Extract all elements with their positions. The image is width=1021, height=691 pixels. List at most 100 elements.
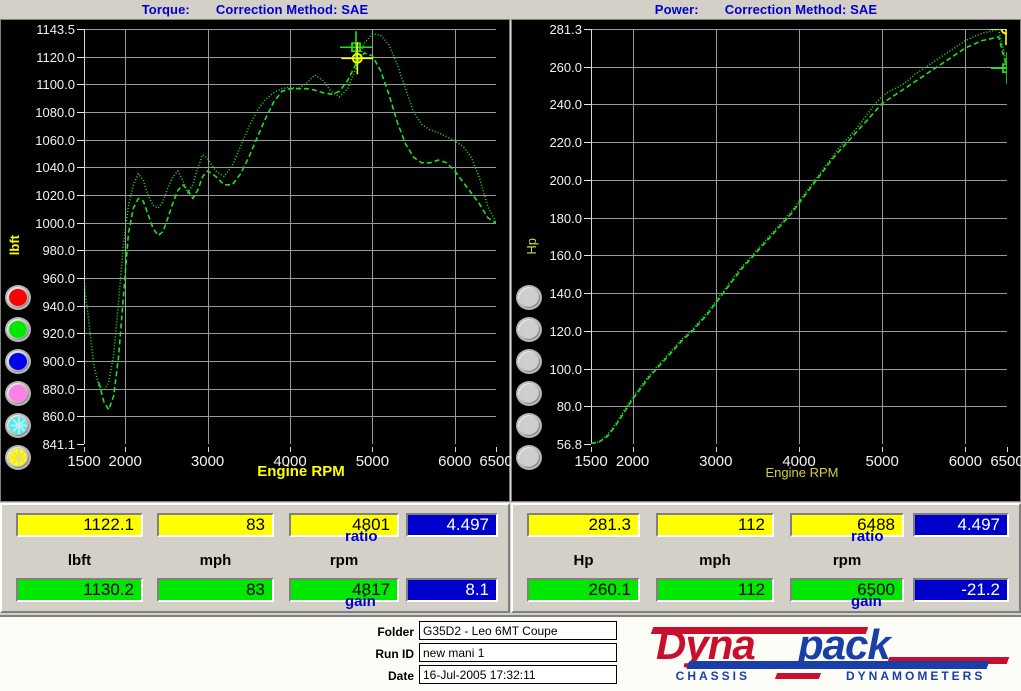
y-tick-label: 56.8: [556, 437, 582, 452]
y-tick-mark: [77, 305, 84, 307]
x-tick-label: 3000: [190, 453, 225, 470]
y-tick-mark: [584, 444, 591, 445]
y-tick-mark: [77, 167, 84, 169]
runid-input[interactable]: new mani 1: [419, 643, 617, 662]
y-tick-label: 1040.0: [35, 160, 75, 176]
torque-yellow-lbft: 1122.1: [16, 513, 143, 537]
y-tick-mark: [77, 195, 84, 196]
y-tick-label: 1120.0: [36, 49, 75, 65]
y-tick-label: 1100.0: [36, 77, 75, 93]
power-yellow-hp: 281.3: [527, 513, 640, 537]
y-tick-label: 160.0: [549, 248, 582, 264]
x-tick-mark: [632, 447, 634, 452]
y-tick-mark: [584, 29, 591, 30]
y-tick-mark: [77, 388, 84, 390]
power-yellow-rpm: 6488: [790, 513, 904, 537]
trace-color-swatch-icon: [520, 449, 538, 466]
y-tick-mark: [584, 66, 591, 68]
y-tick-label: 1080.0: [35, 105, 75, 120]
y-tick-mark: [77, 56, 84, 58]
y-tick-label: 880.0: [42, 381, 75, 397]
x-tick-label: 4000: [782, 453, 816, 470]
power-gain-label: gain: [851, 593, 882, 610]
x-tick-mark: [372, 447, 374, 452]
y-tick-mark: [584, 255, 591, 257]
torque-header: Torque: Correction Method: SAE: [0, 0, 510, 19]
y-tick-mark: [77, 84, 84, 86]
runid-label: Run ID: [375, 647, 414, 661]
y-tick-mark: [584, 330, 591, 332]
y-tick-mark: [584, 217, 591, 219]
y-tick-mark: [77, 112, 84, 113]
torque-gain-value: 8.1: [406, 578, 498, 602]
y-tick-mark: [584, 142, 591, 144]
x-tick-mark: [715, 447, 717, 452]
y-tick-mark: [584, 179, 591, 181]
y-tick-label: 240.0: [549, 97, 582, 113]
x-tick-mark: [290, 447, 291, 452]
y-tick-label: 900.0: [42, 354, 75, 369]
dynapack-tagline: CHASSIS DYNAMOMETERS: [648, 669, 1013, 683]
x-tick-mark: [454, 447, 456, 452]
torque-chart-panel[interactable]: lbft Engine RPM 1143.5 1120.0 1100.0 1080.0…: [0, 19, 513, 502]
torque-unit-rpm: rpm: [329, 552, 359, 569]
power-yellow-mph: 112: [656, 513, 774, 537]
power-unit-mph: mph: [699, 552, 731, 569]
torque-correction-method: Correction Method: SAE: [215, 2, 369, 17]
y-tick-mark: [77, 29, 84, 30]
x-tick-mark: [207, 447, 209, 452]
y-tick-label: 980.0: [42, 243, 75, 259]
y-tick-mark: [77, 416, 84, 418]
torque-green-mph: 83: [157, 578, 274, 602]
logo-chassis-text: CHASSIS: [675, 669, 750, 683]
x-tick-label: 5000: [355, 453, 390, 470]
y-tick-mark: [584, 368, 591, 370]
y-tick-mark: [77, 444, 84, 445]
torque-yellow-mph: 83: [157, 513, 274, 537]
y-tick-mark: [77, 139, 84, 141]
y-tick-label: 841.1: [42, 437, 75, 452]
torque-green-lbft: 1130.2: [16, 578, 143, 602]
y-tick-label: 140.0: [549, 286, 582, 302]
x-tick-label: 2000: [108, 453, 142, 470]
torque-readout-panel: 1122.1 83 4801 ratio 4.497 lbft mph rpm …: [0, 503, 510, 613]
date-label: Date: [387, 669, 414, 683]
logo-dynamometers-text: DYNAMOMETERS: [846, 669, 986, 683]
torque-title: Torque:: [141, 2, 190, 17]
y-tick-label: 200.0: [549, 172, 582, 188]
power-ratio-value: 4.497: [913, 513, 1009, 537]
torque-yellow-rpm: 4801: [289, 513, 399, 537]
x-tick-label: 3000: [699, 453, 733, 470]
power-unit-rpm: rpm: [832, 552, 862, 569]
torque-unit-lbft: lbft: [67, 552, 92, 569]
power-correction-method: Correction Method: SAE: [724, 2, 878, 17]
y-tick-label: 1060.0: [35, 132, 75, 148]
y-tick-label: 120.0: [549, 323, 582, 339]
logo-blue-swoosh-icon: [686, 661, 990, 669]
folder-input[interactable]: G35D2 - Leo 6MT Coupe: [419, 621, 617, 640]
y-tick-label: 920.0: [42, 326, 75, 342]
y-tick-label: 180.0: [549, 210, 582, 226]
power-title: Power:: [654, 2, 699, 17]
y-tick-label: 260.0: [549, 59, 582, 75]
y-tick-mark: [584, 104, 591, 106]
x-tick-mark: [882, 447, 884, 452]
torque-plot-area[interactable]: [84, 29, 496, 444]
power-chart-panel[interactable]: Hp Engine RPM 281.3 260.0 240.0 220.0 200.0 1…: [511, 19, 1021, 502]
power-readout-panel: 281.3 112 6488 ratio 4.497 Hp mph rpm 26…: [511, 503, 1021, 613]
folder-label: Folder: [377, 625, 414, 639]
dynapack-logo: Dyna pack CHASSIS DYNAMOMETERS: [648, 623, 1013, 685]
y-tick-mark: [77, 250, 84, 252]
date-input[interactable]: 16-Jul-2005 17:32:11: [419, 665, 617, 684]
y-tick-mark: [77, 222, 84, 224]
dyno-application-window: Torque: Correction Method: SAE Power: Co…: [0, 0, 1021, 691]
y-tick-label: 100.0: [549, 361, 582, 377]
y-tick-label: 960.0: [42, 271, 75, 286]
y-tick-label: 940.0: [42, 298, 75, 314]
power-plot-area[interactable]: [591, 29, 1007, 444]
y-tick-mark: [77, 278, 84, 279]
x-tick-label: 5000: [865, 453, 899, 470]
power-ratio-label: ratio: [851, 528, 884, 545]
trace-color-button-off-4[interactable]: [516, 413, 542, 438]
y-tick-mark: [77, 333, 84, 335]
